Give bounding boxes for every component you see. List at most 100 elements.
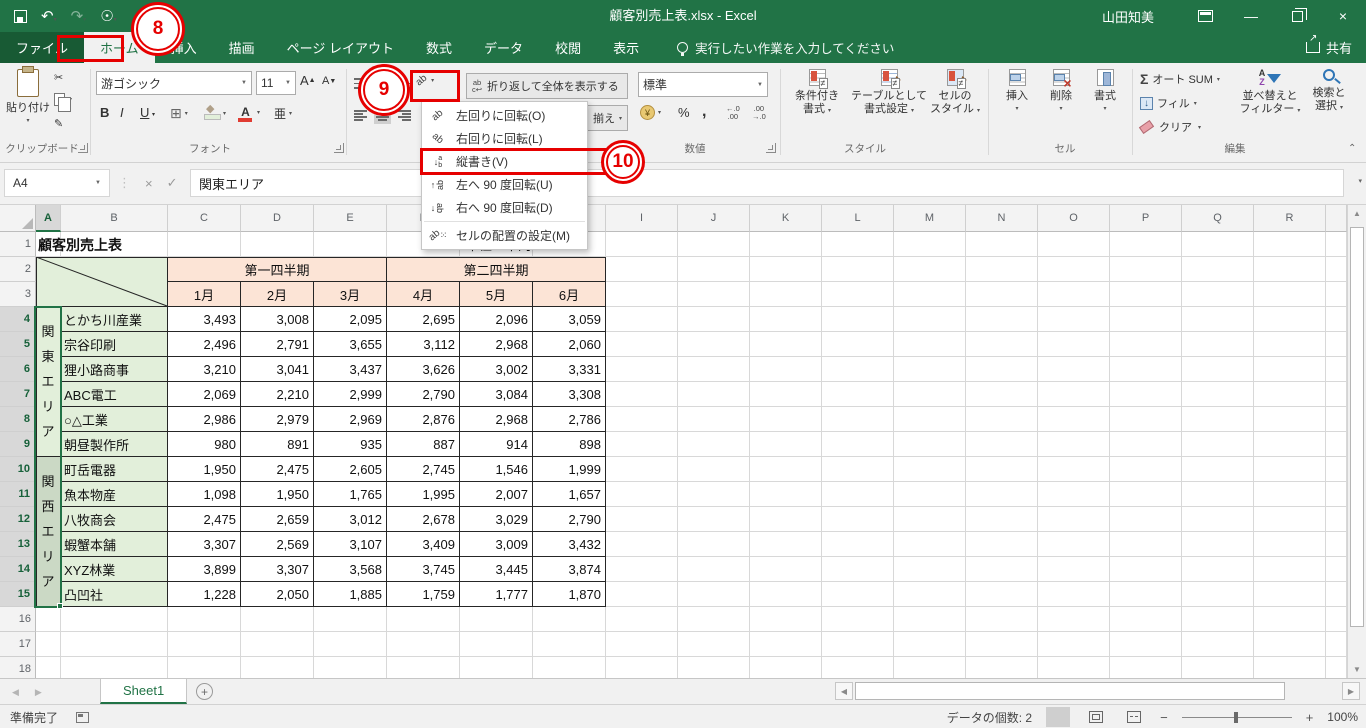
cell-P10[interactable] [1110,457,1182,482]
company-cell-凸凹社[interactable]: 凸凹社 [61,582,168,607]
clipboard-dialog-launcher[interactable] [78,143,88,153]
phonetic-button[interactable]: 亜 ▾ [274,105,292,122]
cell-I15[interactable] [606,582,678,607]
value-cell-C7[interactable]: 2,069 [168,382,241,407]
cell-E1[interactable] [314,232,387,257]
cell-K13[interactable] [750,532,822,557]
cell-I9[interactable] [606,432,678,457]
cell-B16[interactable] [61,607,168,632]
value-cell-G9[interactable]: 914 [460,432,533,457]
tab-data[interactable]: データ [468,32,539,63]
number-dialog-launcher[interactable] [766,143,776,153]
zoom-slider-thumb[interactable] [1233,711,1238,723]
cell-partial-4[interactable] [1326,307,1347,332]
row-header-3[interactable]: 3 [0,282,36,307]
region-cell-関東エリア[interactable]: 関東エリア [36,307,61,457]
delete-cells-button[interactable]: 削除▾ [1040,69,1082,116]
company-cell-宗谷印刷[interactable]: 宗谷印刷 [61,332,168,357]
cell-Q16[interactable] [1182,607,1254,632]
font-size-combo[interactable]: 11 ▼ [256,71,296,95]
format-cells-button[interactable]: 書式 ▾ [1084,69,1126,116]
cell-P9[interactable] [1110,432,1182,457]
cell-J8[interactable] [678,407,750,432]
cell-R11[interactable] [1254,482,1326,507]
cell-H17[interactable] [533,632,606,657]
horizontal-scroll-thumb[interactable] [855,682,1285,700]
corner-header-cell[interactable] [36,257,168,307]
row-header-13[interactable]: 13 [0,532,36,557]
value-cell-H4[interactable]: 3,059 [533,307,606,332]
cell-L10[interactable] [822,457,894,482]
cell-K1[interactable] [750,232,822,257]
scroll-right-icon[interactable]: ▶ [1342,682,1360,700]
cell-K5[interactable] [750,332,822,357]
restore-button[interactable] [1274,0,1320,32]
row-header-10[interactable]: 10 [0,457,36,482]
value-cell-F15[interactable]: 1,759 [387,582,460,607]
cell-D18[interactable] [241,657,314,678]
decrease-decimal-button[interactable]: .00 →.0 [752,105,766,120]
value-cell-H11[interactable]: 1,657 [533,482,606,507]
cell-K2[interactable] [750,257,822,282]
value-cell-F13[interactable]: 3,409 [387,532,460,557]
cell-J1[interactable] [678,232,750,257]
zoom-in-button[interactable]: + [1306,710,1314,725]
cell-J14[interactable] [678,557,750,582]
cell-partial-5[interactable] [1326,332,1347,357]
italic-button[interactable]: I [120,105,124,120]
borders-button[interactable]: ⊞ ▾ [170,105,188,122]
tab-formulas[interactable]: 数式 [410,32,468,63]
number-format-combo[interactable]: 標準 ▼ [638,72,768,97]
value-cell-D10[interactable]: 2,475 [241,457,314,482]
row-header-8[interactable]: 8 [0,407,36,432]
cell-G17[interactable] [460,632,533,657]
cell-M7[interactable] [894,382,966,407]
cell-P5[interactable] [1110,332,1182,357]
region-cell-関西エリア[interactable]: 関西エリア [36,457,61,607]
value-cell-E10[interactable]: 2,605 [314,457,387,482]
cut-button[interactable]: ✂ [54,71,63,84]
cell-R6[interactable] [1254,357,1326,382]
cell-N11[interactable] [966,482,1038,507]
tab-review[interactable]: 校閲 [539,32,597,63]
cell-O16[interactable] [1038,607,1110,632]
cell-O9[interactable] [1038,432,1110,457]
cell-L8[interactable] [822,407,894,432]
fill-button[interactable]: ↓ フィル ▾ [1140,95,1197,111]
cell-I1[interactable] [606,232,678,257]
cell-M2[interactable] [894,257,966,282]
autosum-button[interactable]: Σ オート SUM ▾ [1140,71,1220,87]
column-header-O[interactable]: O [1038,205,1110,232]
cell-K17[interactable] [750,632,822,657]
cell-O6[interactable] [1038,357,1110,382]
scroll-up-icon[interactable]: ▲ [1348,209,1366,218]
value-cell-D6[interactable]: 3,041 [241,357,314,382]
cell-L18[interactable] [822,657,894,678]
column-header-M[interactable]: M [894,205,966,232]
row-header-17[interactable]: 17 [0,632,36,657]
cell-A18[interactable] [36,657,61,678]
cell-K3[interactable] [750,282,822,307]
row-header-18[interactable]: 18 [0,657,36,678]
value-cell-F12[interactable]: 2,678 [387,507,460,532]
cell-O10[interactable] [1038,457,1110,482]
cell-O3[interactable] [1038,282,1110,307]
company-cell-狸小路商事[interactable]: 狸小路商事 [61,357,168,382]
value-cell-C8[interactable]: 2,986 [168,407,241,432]
cell-partial-12[interactable] [1326,507,1347,532]
cell-L16[interactable] [822,607,894,632]
cell-I16[interactable] [606,607,678,632]
value-cell-E12[interactable]: 3,012 [314,507,387,532]
copy-button[interactable]: ▾ [54,93,72,112]
column-header-C[interactable]: C [168,205,241,232]
cell-partial-14[interactable] [1326,557,1347,582]
cell-J2[interactable] [678,257,750,282]
format-as-table-button[interactable]: テーブルとして書式設定 ▾ [850,69,928,118]
sheet-prev-icon[interactable]: ◀ [12,687,19,698]
cell-P16[interactable] [1110,607,1182,632]
value-cell-D9[interactable]: 891 [241,432,314,457]
menu-item-rotate-up-90[interactable]: ↑ ab 左へ 90 度回転(U) [422,173,587,196]
cell-Q10[interactable] [1182,457,1254,482]
row-header-11[interactable]: 11 [0,482,36,507]
cell-I3[interactable] [606,282,678,307]
